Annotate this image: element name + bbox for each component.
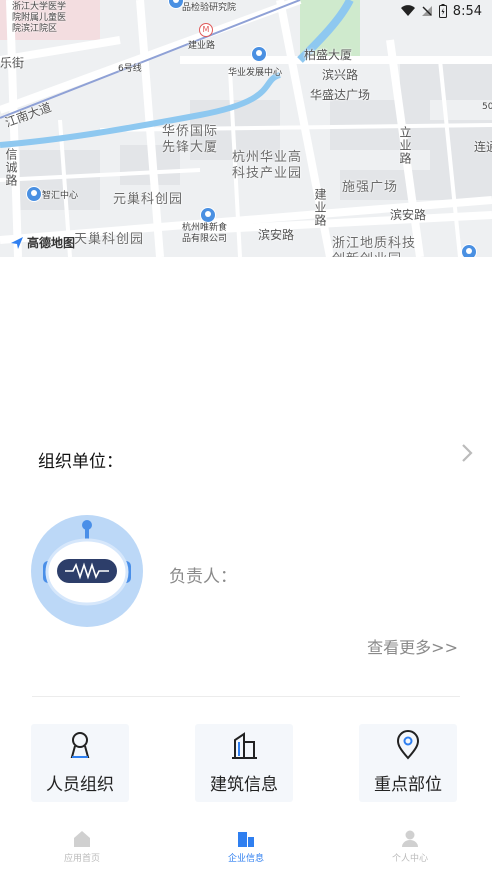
view-more-link[interactable]: 查看更多>>	[367, 634, 458, 658]
map-label-metro-line: 6号线	[118, 64, 142, 74]
map-label-binan: 滨安路	[390, 208, 427, 222]
map-label-inspection: 品检验研究院	[182, 3, 237, 13]
poi-marker-icon[interactable]	[461, 244, 477, 257]
wifi-icon	[400, 5, 415, 17]
map-label-dizhi: 浙江地质科技 创新创业园	[332, 236, 417, 257]
map-label-jianye-road-vertical: 建业路	[313, 188, 327, 227]
person-badge-icon	[70, 732, 90, 758]
nav-item-enterprise[interactable]: 企业信息	[186, 830, 306, 876]
map-label-hospital: 浙江大学医学 院附属儿童医 院滨江院区	[12, 2, 67, 34]
map-label-lianhe: 连通	[474, 140, 492, 154]
poi-marker-icon[interactable]	[200, 207, 216, 223]
nav-item-home[interactable]: 应用首页	[22, 830, 142, 876]
map-label-baisheng: 柏盛大厦	[304, 48, 353, 62]
map-label-huaqiao: 华侨国际 先锋大厦	[162, 124, 219, 155]
map-label-binan-2: 滨安路	[258, 228, 295, 242]
map-label-jianye-road: 建业路	[188, 41, 216, 51]
map-label-zhihui: 智汇中心	[42, 191, 79, 201]
nav-item-profile[interactable]: 个人中心	[350, 830, 470, 876]
robot-icon	[43, 520, 131, 606]
map-label-liye: 立业路	[398, 126, 412, 165]
home-icon	[74, 831, 90, 847]
location-pin-icon	[396, 730, 420, 760]
status-time: 8:54	[452, 3, 482, 19]
card-label: 人员组织	[46, 775, 114, 795]
nav-label: 应用首页	[63, 854, 100, 864]
map-label-binxing: 滨兴路	[322, 68, 359, 82]
map-label-tianchao: 天巢科创园	[74, 232, 145, 247]
card-label: 重点部位	[374, 775, 442, 795]
card-key-location[interactable]: 重点部位	[359, 724, 457, 802]
battery-icon	[438, 4, 447, 18]
amap-logo-text: 高德地图	[27, 236, 76, 250]
map-label-huaye: 华业发展中心	[228, 68, 283, 78]
nav-label: 个人中心	[391, 854, 428, 864]
avatar	[31, 515, 143, 627]
amap-arrow-icon	[11, 236, 23, 249]
map-label-lejie: 乐街	[0, 56, 25, 70]
signal-off-icon	[421, 6, 432, 16]
card-building-info[interactable]: 建筑信息	[195, 724, 293, 802]
status-bar: 8:54	[362, 0, 492, 22]
map-label-xincheng: 信诚路	[4, 148, 18, 187]
card-personnel-org[interactable]: 人员组织	[31, 724, 129, 802]
org-unit-label: 组织单位：	[38, 452, 123, 472]
chevron-right-icon[interactable]	[461, 443, 473, 463]
map-view[interactable]: 浙江大学医学 院附属儿童医 院滨江院区 品检验研究院 M 建业路 华业发展中心 …	[0, 0, 492, 257]
bottom-nav: 应用首页 企业信息 个人中心	[0, 830, 492, 876]
amap-logo: 高德地图	[10, 234, 75, 251]
nav-label: 企业信息	[227, 854, 264, 864]
map-label-shiqiang: 施强广场	[342, 180, 399, 195]
map-label-fifty: 50	[482, 102, 492, 112]
poi-marker-icon[interactable]	[251, 46, 267, 62]
map-label-hangzhou-huaye: 杭州华业高 科技产业园	[232, 150, 303, 181]
divider	[32, 696, 460, 697]
user-icon	[402, 830, 418, 847]
map-label-huasheng: 华盛达广场	[310, 88, 371, 102]
metro-station-icon[interactable]: M	[199, 23, 213, 37]
map-label-yuanchao: 元巢科创园	[113, 192, 184, 207]
poi-marker-icon[interactable]	[26, 186, 42, 202]
building-icon	[232, 732, 257, 759]
person-in-charge-label: 负责人：	[169, 567, 237, 587]
map-label-weixin: 杭州唯新食 品有限公司	[182, 223, 228, 244]
buildings-icon	[238, 832, 254, 847]
card-label: 建筑信息	[210, 775, 278, 795]
